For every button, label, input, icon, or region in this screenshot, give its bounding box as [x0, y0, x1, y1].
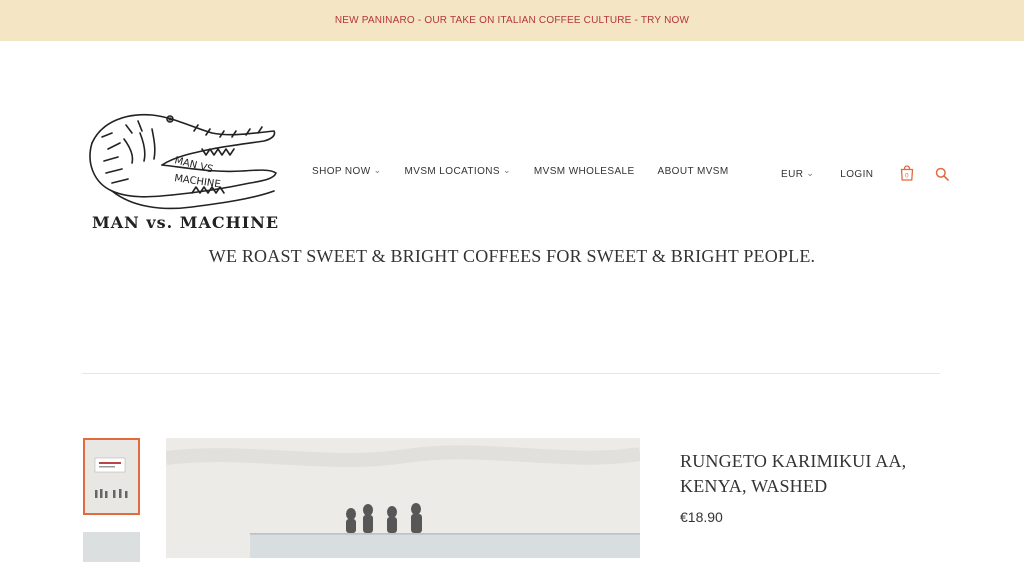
- currency-selector[interactable]: EUR ⌄: [781, 167, 815, 180]
- watercolor-people-image: [166, 438, 640, 558]
- nav-item-label: MVSM LOCATIONS: [404, 166, 500, 177]
- thumbnail-image: [85, 440, 138, 513]
- product-thumbnail-2[interactable]: [83, 532, 140, 562]
- nav-item-shop-now[interactable]: SHOP NOW ⌄: [312, 165, 382, 177]
- svg-text:MAN VS: MAN VS: [173, 155, 214, 175]
- product-price: €18.90: [680, 509, 723, 525]
- nav-item-about-mvsm[interactable]: ABOUT MVSM: [658, 166, 729, 177]
- announcement-bar[interactable]: NEW PANINARO - OUR TAKE ON ITALIAN COFFE…: [0, 0, 1024, 41]
- currency-label: EUR: [781, 168, 804, 180]
- site-header: MAN VS MACHINE MAN vs. MACHINE SHOP NOW …: [0, 41, 1024, 232]
- nav-item-mvsm-wholesale[interactable]: MVSM WHOLESALE: [534, 166, 635, 177]
- product-title-line2: KENYA, WASHED: [680, 476, 828, 496]
- chevron-down-icon: ⌄: [373, 165, 382, 175]
- nav-item-label: MVSM WHOLESALE: [533, 166, 635, 177]
- hero-tagline: WE ROAST SWEET & BRIGHT COFFEES FOR SWEE…: [208, 246, 816, 266]
- search-icon[interactable]: [935, 167, 950, 181]
- product-thumbnail-1[interactable]: [83, 438, 140, 515]
- utility-nav: EUR ⌄ LOGIN 0: [781, 165, 950, 182]
- section-divider: [82, 373, 940, 374]
- product-main-image[interactable]: [166, 438, 640, 558]
- product-title-line1: RUNGETO KARIMIKUI AA,: [680, 451, 907, 471]
- nav-item-label: SHOP NOW: [312, 166, 371, 177]
- chevron-down-icon: ⌄: [502, 165, 511, 175]
- product-title: RUNGETO KARIMIKUI AA, KENYA, WASHED: [680, 449, 940, 499]
- chevron-down-icon: ⌄: [806, 167, 815, 178]
- main-nav: SHOP NOW ⌄ MVSM LOCATIONS ⌄ MVSM WHOLESA…: [312, 165, 752, 177]
- login-link[interactable]: LOGIN: [840, 169, 873, 180]
- shopping-bag-icon[interactable]: 0: [899, 165, 915, 181]
- nav-item-label: ABOUT MVSM: [657, 166, 729, 177]
- announcement-text[interactable]: NEW PANINARO - OUR TAKE ON ITALIAN COFFE…: [335, 15, 689, 26]
- cart-count: 0: [905, 173, 909, 180]
- nav-item-mvsm-locations[interactable]: MVSM LOCATIONS ⌄: [404, 165, 511, 177]
- brand-name[interactable]: MAN vs. MACHINE: [92, 213, 279, 232]
